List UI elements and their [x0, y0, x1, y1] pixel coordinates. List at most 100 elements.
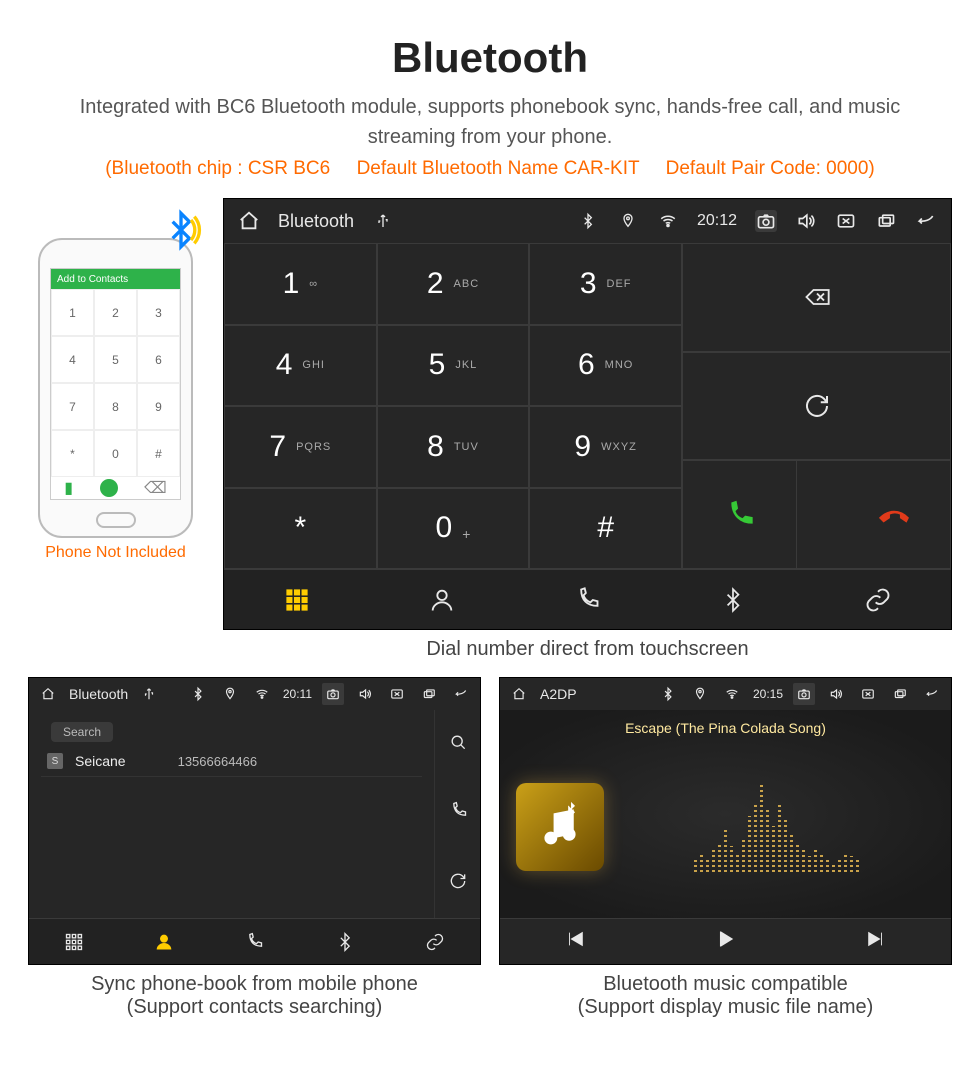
- bluetooth-tab[interactable]: [716, 583, 750, 617]
- prev-button[interactable]: [564, 928, 586, 955]
- mock-call-icon: [100, 479, 118, 497]
- volume-icon[interactable]: [354, 683, 376, 705]
- dial-key-6[interactable]: 6MNO: [529, 325, 682, 407]
- music-caption: Bluetooth music compatible(Support displ…: [499, 973, 952, 1019]
- multitask-icon[interactable]: [889, 683, 911, 705]
- location-icon: [617, 210, 639, 232]
- dial-key-9[interactable]: 9WXYZ: [529, 406, 682, 488]
- dial-key-0[interactable]: 0+: [377, 488, 530, 570]
- statusbar: Bluetooth 20:12: [224, 199, 951, 243]
- album-art-icon: [516, 783, 604, 871]
- back-icon[interactable]: [450, 683, 472, 705]
- phonebook-panel: Bluetooth 20:11 Search SSei: [28, 677, 481, 965]
- dial-key-4[interactable]: 4GHI: [224, 325, 377, 407]
- wifi-icon: [721, 683, 743, 705]
- mock-key: 4: [51, 336, 94, 383]
- bluetooth-waves-icon: [161, 210, 201, 255]
- call-hangup-button[interactable]: [837, 461, 950, 568]
- usb-icon: [372, 210, 394, 232]
- dial-key-1[interactable]: 1∞: [224, 243, 377, 325]
- usb-icon: [138, 683, 160, 705]
- backspace-key[interactable]: [682, 243, 951, 352]
- bluetooth-tab[interactable]: [328, 925, 362, 959]
- statusbar-title: Bluetooth: [69, 686, 128, 702]
- close-app-icon[interactable]: [857, 683, 879, 705]
- statusbar: A2DP 20:15: [500, 678, 951, 710]
- dial-key-*[interactable]: *: [224, 488, 377, 570]
- mock-key: 9: [137, 383, 180, 430]
- close-app-icon[interactable]: [835, 210, 857, 232]
- mock-key: 8: [94, 383, 137, 430]
- statusbar-title: Bluetooth: [278, 211, 354, 232]
- call-icon[interactable]: [448, 801, 468, 826]
- mock-key: 1: [51, 289, 94, 336]
- spec-line: (Bluetooth chip : CSR BC6 Default Blueto…: [28, 158, 952, 180]
- camera-icon[interactable]: [793, 683, 815, 705]
- mock-key: 3: [137, 289, 180, 336]
- bluetooth-icon: [187, 683, 209, 705]
- mock-key: #: [137, 430, 180, 477]
- wifi-icon: [251, 683, 273, 705]
- mock-key: 6: [137, 336, 180, 383]
- dial-key-5[interactable]: 5JKL: [377, 325, 530, 407]
- home-icon[interactable]: [37, 683, 59, 705]
- call-answer-button[interactable]: [683, 461, 797, 568]
- next-button[interactable]: [865, 928, 887, 955]
- pair-tab[interactable]: [861, 583, 895, 617]
- home-icon[interactable]: [508, 683, 530, 705]
- page-subtitle: Integrated with BC6 Bluetooth module, su…: [58, 92, 922, 152]
- wifi-icon: [657, 210, 679, 232]
- page-title: Bluetooth: [28, 34, 952, 82]
- camera-icon[interactable]: [322, 683, 344, 705]
- volume-icon[interactable]: [825, 683, 847, 705]
- dial-key-8[interactable]: 8TUV: [377, 406, 530, 488]
- play-button[interactable]: [714, 928, 736, 955]
- search-input[interactable]: Search: [51, 722, 113, 742]
- dialer-panel: Bluetooth 20:12 1∞2ABC3DEF 4GHI5JKL6MNO 7P…: [223, 198, 952, 630]
- volume-icon[interactable]: [795, 210, 817, 232]
- dial-key-#[interactable]: #: [529, 488, 682, 570]
- back-icon[interactable]: [921, 683, 943, 705]
- statusbar-title: A2DP: [540, 686, 577, 702]
- refresh-key[interactable]: [682, 352, 951, 461]
- refresh-icon[interactable]: [448, 871, 468, 896]
- clock: 20:12: [697, 212, 737, 230]
- phone-mockup: Add to Contacts 123456789*0# ▮⌫: [38, 238, 193, 538]
- multitask-icon[interactable]: [418, 683, 440, 705]
- search-icon[interactable]: [448, 732, 468, 757]
- phonebook-caption: Sync phone-book from mobile phone(Suppor…: [28, 973, 481, 1019]
- contacts-tab[interactable]: [147, 925, 181, 959]
- pair-tab[interactable]: [418, 925, 452, 959]
- bluetooth-icon: [577, 210, 599, 232]
- location-icon: [689, 683, 711, 705]
- music-panel: A2DP 20:15 Escape (The Pina Colada Song): [499, 677, 952, 965]
- contacts-tab[interactable]: [425, 583, 459, 617]
- dial-key-2[interactable]: 2ABC: [377, 243, 530, 325]
- bluetooth-icon: [657, 683, 679, 705]
- keypad-tab[interactable]: [280, 583, 314, 617]
- dial-key-7[interactable]: 7PQRS: [224, 406, 377, 488]
- dialer-caption: Dial number direct from touchscreen: [223, 638, 952, 661]
- statusbar: Bluetooth 20:11: [29, 678, 480, 710]
- mock-key: 5: [94, 336, 137, 383]
- mock-key: 7: [51, 383, 94, 430]
- clock: 20:15: [753, 687, 783, 701]
- close-app-icon[interactable]: [386, 683, 408, 705]
- song-title: Escape (The Pina Colada Song): [625, 720, 826, 736]
- dial-key-3[interactable]: 3DEF: [529, 243, 682, 325]
- visualizer: [618, 782, 935, 872]
- camera-icon[interactable]: [755, 210, 777, 232]
- phone-mock-header: Add to Contacts: [51, 269, 180, 289]
- recent-tab[interactable]: [570, 583, 604, 617]
- multitask-icon[interactable]: [875, 210, 897, 232]
- mock-key: 2: [94, 289, 137, 336]
- back-icon[interactable]: [915, 210, 937, 232]
- home-icon[interactable]: [238, 210, 260, 232]
- keypad-tab[interactable]: [57, 925, 91, 959]
- contact-row[interactable]: SSeicane13566664466: [41, 746, 422, 777]
- mock-key: 0: [94, 430, 137, 477]
- recent-tab[interactable]: [237, 925, 271, 959]
- location-icon: [219, 683, 241, 705]
- mock-key: *: [51, 430, 94, 477]
- clock: 20:11: [283, 687, 312, 701]
